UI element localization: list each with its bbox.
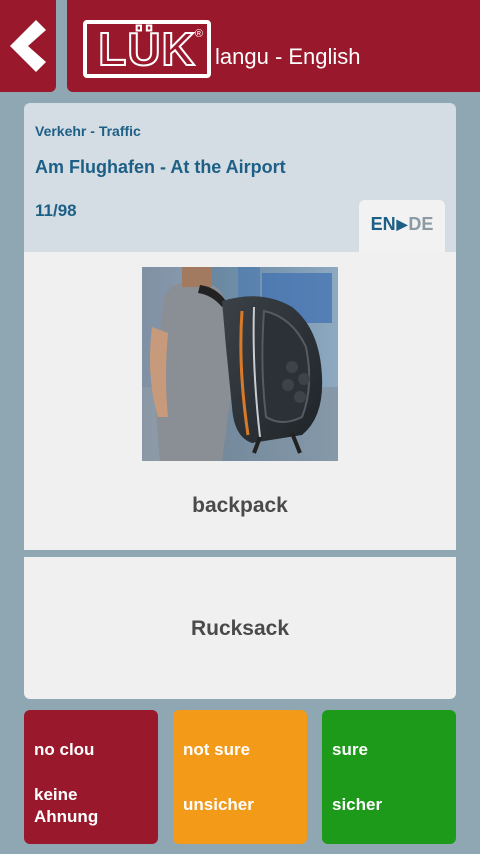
direction-toggle[interactable]: EN ▶ DE: [359, 200, 445, 252]
lesson-info-card: Verkehr - Traffic Am Flughafen - At the …: [24, 103, 456, 252]
lesson-title: Am Flughafen - At the Airport: [35, 157, 286, 177]
direction-to: DE: [408, 214, 434, 234]
sure-label-de: sicher: [332, 795, 383, 814]
front-word: backpack: [192, 494, 288, 517]
title-bar: LÜK ® langu - English: [67, 0, 480, 92]
not-sure-button[interactable]: not sure unsicher: [173, 710, 307, 844]
not-sure-label-de: unsicher: [183, 795, 254, 814]
no-clue-label-de: keine Ahnung: [34, 785, 99, 826]
registered-mark: ®: [194, 28, 203, 40]
luk-logo: LÜK ®: [83, 20, 211, 78]
no-clue-button[interactable]: no clou keine Ahnung: [24, 710, 158, 844]
play-arrow-icon: ▶: [396, 216, 408, 232]
back-button[interactable]: [0, 0, 56, 92]
card-counter: 11/98: [35, 201, 77, 220]
no-clue-label-en: no clou: [34, 740, 95, 759]
sure-label-en: sure: [332, 740, 368, 759]
flashcard-front[interactable]: backpack: [24, 252, 456, 550]
app-header: LÜK ® langu - English: [0, 0, 480, 92]
chevron-left-icon: [10, 20, 46, 72]
sure-button[interactable]: sure sicher: [322, 710, 456, 844]
category-label: Verkehr - Traffic: [35, 123, 141, 139]
backpack-photo: [142, 267, 338, 461]
app-title: langu - English: [215, 44, 361, 69]
flashcard-back[interactable]: Rucksack: [24, 557, 456, 699]
back-word: Rucksack: [190, 617, 290, 640]
not-sure-label-en: not sure: [183, 740, 251, 759]
direction-from: EN: [370, 214, 396, 234]
logo-text: LÜK: [97, 23, 196, 75]
